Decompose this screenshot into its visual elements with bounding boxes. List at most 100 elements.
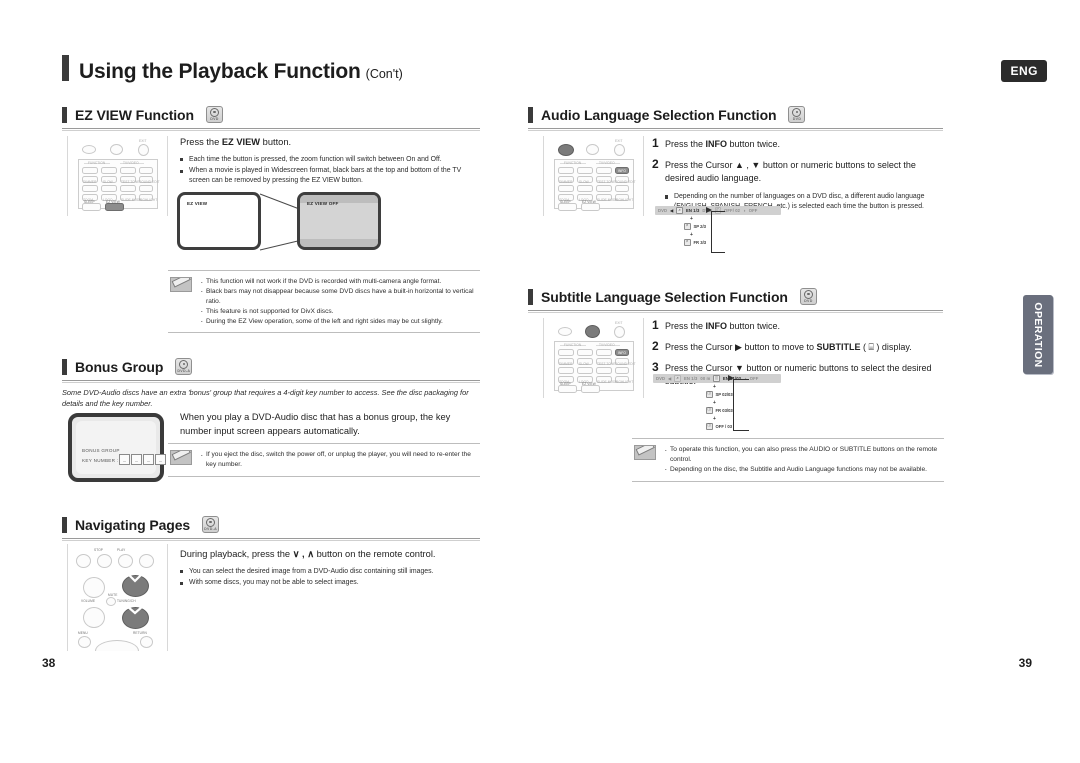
remote-button-dvd-exit (139, 185, 153, 192)
remote-button-power-highlight[interactable] (558, 144, 574, 156)
step-text: Press the INFO button twice. (665, 137, 780, 151)
step-text: Press the Cursor ▲ , ▼ button or numeric… (665, 160, 916, 184)
remote-button-rewind (76, 554, 91, 568)
remote-body: EXIT FUNCTION TV/VIDEO DIMMER SLOW TEST … (68, 136, 167, 216)
page-number-left: 38 (42, 656, 56, 670)
remote-control-image-ez-view: EXIT FUNCTION TV/VIDEO DIMMER SLOW TEST … (67, 136, 168, 216)
osd-option-2: ◫ FR 03/03 (706, 407, 733, 414)
remote-button-ez-view-highlight[interactable] (105, 203, 124, 211)
remote-label-sound-edit: SOUND EDIT (139, 180, 160, 184)
remote-button-effect (101, 167, 117, 174)
manual-page-spread: Using the Playback Function (Con't) ENG … (0, 0, 1080, 763)
osd-dim-3: OFF (748, 208, 758, 213)
section-heading-label: Navigating Pages (75, 516, 191, 533)
key-number-input[interactable]: _ _ _ _ (119, 454, 167, 465)
remote-label-test-tone: TEST TONE (597, 180, 616, 184)
section-heading-bonus-group: Bonus Group DVD-A (62, 358, 193, 375)
step-text-prefix: Press the (665, 321, 706, 331)
osd-option-1: ♬ SP 2/3 (684, 223, 706, 230)
remote-button-stop (97, 554, 112, 568)
remote-button-play-pause (118, 554, 133, 568)
remote-button-blank-1 (596, 167, 612, 174)
tv-screen-bonus-group: BONUS GROUP KEY NUMBER : _ _ _ _ (68, 413, 167, 482)
list-item: To operate this function, you can also p… (664, 445, 940, 465)
osd-loop-arrow-icon (706, 207, 712, 213)
nav-lead-glyph: ∨ , ∧ (292, 549, 315, 559)
heading-accent-bar (528, 106, 533, 123)
remote-button-navigation-wheel (95, 640, 139, 651)
remote-group-label-2: TV/VIDEO (599, 342, 615, 347)
remote-button-echo (82, 185, 98, 192)
osd-option-label: SP 02/03 (715, 391, 733, 397)
remote-label-dimmer: DIMMER (559, 362, 573, 366)
osd-angle-icon: ◑ (743, 208, 746, 213)
chip-glyph: ♬ (685, 223, 690, 228)
remote-button-open-close-highlight[interactable] (585, 325, 600, 338)
osd-prefix: DVD (658, 208, 668, 213)
osd-option-label: FR 3/3 (693, 239, 707, 245)
remote-label-info: INFO (618, 350, 627, 355)
remote-button-sleep (558, 203, 577, 211)
section-heading-label: Audio Language Selection Function (541, 106, 777, 123)
step-2: 2 Press the Cursor ▶ button to move to S… (652, 339, 944, 354)
cursor-down-arrow-icon (126, 605, 144, 615)
step-text-bold: INFO (705, 321, 728, 331)
remote-button-subwoofer (596, 367, 612, 374)
remote-body: EXIT FUNCTION TV/VIDEO INFO DIMMER SLOW … (544, 136, 643, 216)
tv-label-key-number: KEY NUMBER : (82, 458, 119, 463)
list-item: With some discs, you may not be able to … (180, 578, 480, 588)
list-item: This function will not work if the DVD i… (200, 277, 476, 289)
remote-button-sleep (82, 203, 101, 211)
step-text-prefix: Press the Cursor ▶ button to move to (665, 342, 817, 353)
key-digit-box[interactable]: _ (155, 454, 166, 465)
navigating-pages-lead: During playback, press the ∨ , ∧ button … (180, 548, 480, 562)
remote-button-blank-1 (120, 167, 136, 174)
step-text-suffix: ( ⌸ ) display. (860, 342, 912, 353)
osd-active-value: EN 1/3 (685, 208, 700, 213)
list-item: Black bars may not disappear because som… (200, 286, 476, 307)
remote-control-image-audio: EXIT FUNCTION TV/VIDEO INFO DIMMER SLOW … (543, 136, 644, 216)
navigating-pages-bullets: You can select the desired image from a … (180, 567, 480, 589)
note-list: This function will not work if the DVD i… (200, 277, 476, 328)
disc-ring (803, 289, 813, 299)
ez-view-instructions: Press the EZ VIEW button. Each time the … (180, 136, 480, 188)
nav-lead-prefix: During playback, press the (180, 549, 293, 559)
remote-label-play: PLAY (117, 548, 126, 552)
step-2: 2 Press the Cursor ▲ , ▼ button or numer… (652, 157, 944, 185)
osd-left-arrow-icon: ◀ (668, 376, 672, 381)
remote-label-stop: STOP (94, 548, 104, 552)
section-side-tab: OPERATION (1023, 295, 1053, 374)
remote-body: STOP PLAY VOLUME MUTE TUNING/CH MENU RET… (68, 544, 167, 651)
language-badge: ENG (1001, 60, 1047, 82)
remote-button-mute-exit (138, 144, 149, 156)
osd-dim-c: OFF (749, 376, 759, 381)
key-digit-box[interactable]: _ (143, 454, 154, 465)
remote-label-return: RETURN (133, 631, 147, 635)
tv-screen-ez-view-off: EZ VIEW OFF (297, 192, 381, 250)
pencil-note-icon (634, 445, 656, 460)
audio-language-chip-icon: ♬ (684, 223, 691, 230)
osd-dim-b: 00 m (700, 376, 711, 381)
tv-screen-ez-view-on: EZ VIEW (177, 192, 261, 250)
subtitle-chip-icon: ◫ (713, 375, 720, 382)
note-list: If you eject the disc, switch the power … (200, 450, 476, 470)
remote-control-image-subtitle: EXIT FUNCTION TV/VIDEO INFO DIMMER SLOW … (543, 318, 644, 398)
ez-view-lead: Press the EZ VIEW button. (180, 136, 480, 150)
heading-rule (62, 380, 480, 381)
remote-label-exit: EXIT (615, 321, 623, 325)
section-heading-subtitle-language: Subtitle Language Selection Function DVD (528, 288, 817, 305)
key-digit-box[interactable]: _ (119, 454, 130, 465)
list-item: You can select the desired image from a … (180, 567, 480, 577)
note-box-ez-view: This function will not work if the DVD i… (168, 270, 480, 334)
chip-glyph: ◫ (714, 375, 719, 380)
remote-label-highlight: HIGHLIGHT (615, 198, 634, 202)
key-digit-box[interactable]: _ (131, 454, 142, 465)
bonus-group-lead: When you play a DVD-Audio disc that has … (180, 412, 451, 436)
osd-option-label: SP 2/3 (693, 223, 707, 229)
remote-button-subwoofer (120, 185, 136, 192)
remote-label-exit: EXIT (615, 139, 623, 143)
heading-accent-bar (62, 106, 67, 123)
ez-view-lead-suffix: button. (260, 137, 292, 147)
chip-glyph: ♬ (675, 375, 680, 380)
remote-button-subwoofer (596, 185, 612, 192)
